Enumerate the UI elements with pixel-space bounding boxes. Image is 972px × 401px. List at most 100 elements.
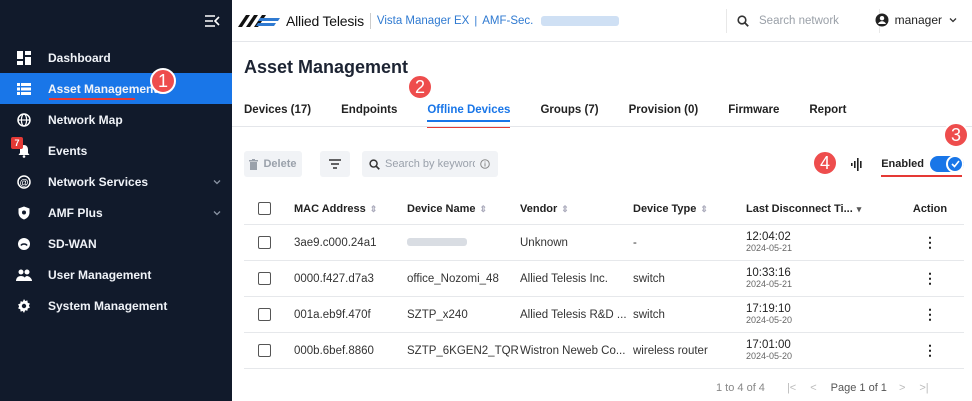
- more-actions-icon[interactable]: ⋮: [923, 270, 937, 286]
- users-icon: [16, 267, 32, 283]
- device-type-cell: switch: [633, 272, 665, 285]
- tab-offline-devices[interactable]: Offline Devices: [427, 98, 511, 128]
- tab-report[interactable]: Report: [809, 98, 846, 122]
- sidebar-item-system-management[interactable]: System Management: [0, 290, 232, 321]
- sort-icon: ⇕: [561, 203, 569, 214]
- select-all-checkbox[interactable]: [258, 202, 271, 215]
- chevron-down-icon: [212, 176, 222, 186]
- trash-icon: [249, 158, 259, 170]
- offline-devices-table: MAC Address ⇕ Device Name ⇕ Vendor ⇕ Device…: [244, 193, 964, 369]
- sidebar-item-label: User Management: [48, 267, 152, 282]
- last-page-icon[interactable]: >|: [919, 382, 928, 394]
- top-bar: Allied Telesis Vista Manager EX | AMF-Se…: [232, 0, 972, 42]
- disconnect-time: 17:01:00: [746, 339, 791, 351]
- tab-label: Offline Devices: [427, 104, 511, 116]
- network-search[interactable]: Search network: [726, 9, 880, 33]
- filter-button[interactable]: [320, 151, 350, 177]
- sidebar-item-events[interactable]: 7 Events: [0, 135, 232, 166]
- column-header-mac[interactable]: MAC Address ⇕: [294, 203, 407, 215]
- callout-marker: 4: [812, 150, 838, 176]
- info-icon[interactable]: [480, 159, 490, 169]
- check-icon: [950, 160, 960, 168]
- column-header-device-type[interactable]: Device Type ⇕: [633, 203, 746, 215]
- keyword-search[interactable]: [362, 151, 498, 177]
- keyword-search-input[interactable]: [385, 158, 475, 170]
- disconnect-time: 10:33:16: [746, 267, 791, 279]
- ip-address-redacted: [541, 15, 620, 26]
- pagination: 1 to 4 of 4 |< < Page 1 of 1 > >|: [716, 382, 929, 394]
- search-icon: [369, 158, 380, 170]
- enabled-label-text: Enabled: [881, 158, 924, 170]
- mac-cell: 0000.f427.d7a3: [294, 272, 374, 285]
- disconnect-date: 2024-05-20: [746, 315, 793, 325]
- column-header-action: Action: [912, 202, 948, 215]
- tab-firmware[interactable]: Firmware: [728, 98, 779, 122]
- column-header-last-disconnect[interactable]: Last Disconnect Ti... ▾: [746, 203, 896, 215]
- breadcrumb-product[interactable]: Vista Manager EX: [377, 15, 469, 27]
- more-actions-icon[interactable]: ⋮: [923, 234, 937, 250]
- tab-provision[interactable]: Provision (0): [629, 98, 699, 122]
- last-disconnect-cell: 17:01:00 2024-05-20: [746, 339, 896, 362]
- page-indicator: Page 1 of 1: [830, 382, 887, 394]
- disconnect-time: 12:04:02: [746, 231, 791, 243]
- more-actions-icon[interactable]: ⋮: [923, 306, 937, 322]
- sidebar-item-label: Events: [48, 143, 88, 158]
- tab-groups[interactable]: Groups (7): [540, 98, 598, 122]
- sidebar-item-label: AMF Plus: [48, 205, 103, 220]
- next-page-icon[interactable]: >: [899, 382, 905, 394]
- sidebar-item-sd-wan[interactable]: SD-WAN: [0, 228, 232, 259]
- tab-bar: Devices (17) Endpoints Offline Devices G…: [244, 98, 876, 128]
- mac-cell: 001a.eb9f.470f: [294, 308, 371, 321]
- prev-page-icon[interactable]: <: [810, 382, 816, 394]
- row-checkbox[interactable]: [258, 308, 271, 321]
- enabled-toggle[interactable]: [930, 155, 964, 173]
- column-header-label: Last Disconnect Ti...: [746, 202, 853, 215]
- sidebar-item-network-services[interactable]: @ Network Services: [0, 166, 232, 197]
- search-placeholder: Search network: [759, 15, 839, 27]
- tab-endpoints[interactable]: Endpoints: [341, 98, 397, 122]
- row-checkbox[interactable]: [258, 236, 271, 249]
- callout-marker: 3: [943, 122, 969, 148]
- signal-icon[interactable]: [851, 157, 863, 171]
- collapse-sidebar-icon[interactable]: [204, 14, 220, 28]
- sidebar-item-dashboard[interactable]: Dashboard: [0, 42, 232, 73]
- table-row: 3ae9.c000.24a1 Unknown - 12:04:02 2024-05…: [244, 225, 964, 261]
- shield-icon: [16, 205, 32, 221]
- last-disconnect-cell: 12:04:02 2024-05-21: [746, 231, 896, 254]
- vendor-cell: Allied Telesis Inc.: [520, 272, 608, 285]
- delete-button[interactable]: Delete: [244, 151, 302, 177]
- bell-icon: 7: [11, 136, 32, 159]
- sidebar-item-asset-management[interactable]: Asset Management: [0, 73, 232, 104]
- highlight-underline: [49, 98, 135, 100]
- sidebar-item-label: Asset Management: [48, 81, 158, 96]
- callout-marker: 2: [407, 74, 433, 100]
- delete-label: Delete: [263, 158, 297, 170]
- sidebar: Dashboard Asset Management Network Map 7…: [0, 0, 232, 401]
- sidebar-item-label: Network Map: [48, 112, 123, 127]
- user-menu[interactable]: manager: [875, 13, 964, 27]
- disconnect-date: 2024-05-21: [746, 243, 793, 253]
- breadcrumb-network[interactable]: AMF-Sec.: [482, 15, 533, 27]
- column-header-vendor[interactable]: Vendor ⇕: [520, 203, 633, 215]
- tab-devices[interactable]: Devices (17): [244, 98, 311, 122]
- brand-logo[interactable]: Allied Telesis: [238, 13, 364, 29]
- disconnect-date: 2024-05-20: [746, 351, 793, 361]
- last-disconnect-cell: 10:33:16 2024-05-21: [746, 267, 896, 290]
- highlight-underline: [881, 175, 962, 177]
- dashboard-icon: [16, 50, 32, 66]
- column-header-device-name[interactable]: Device Name ⇕: [407, 203, 520, 215]
- sidebar-item-network-map[interactable]: Network Map: [0, 104, 232, 135]
- row-checkbox[interactable]: [258, 344, 271, 357]
- table-toolbar: Delete Enabled: [244, 151, 964, 177]
- sidebar-item-user-management[interactable]: User Management: [0, 259, 232, 290]
- column-header-label: MAC Address: [294, 202, 366, 215]
- sidebar-item-amf-plus[interactable]: AMF Plus: [0, 197, 232, 228]
- sidebar-item-label: Network Services: [48, 174, 149, 189]
- table-header: MAC Address ⇕ Device Name ⇕ Vendor ⇕ Device…: [244, 193, 964, 225]
- row-checkbox[interactable]: [258, 272, 271, 285]
- allied-telesis-logo-icon: [238, 14, 280, 27]
- svg-text:@: @: [20, 177, 29, 187]
- first-page-icon[interactable]: |<: [787, 382, 796, 394]
- more-actions-icon[interactable]: ⋮: [923, 342, 937, 358]
- services-icon: @: [16, 174, 32, 190]
